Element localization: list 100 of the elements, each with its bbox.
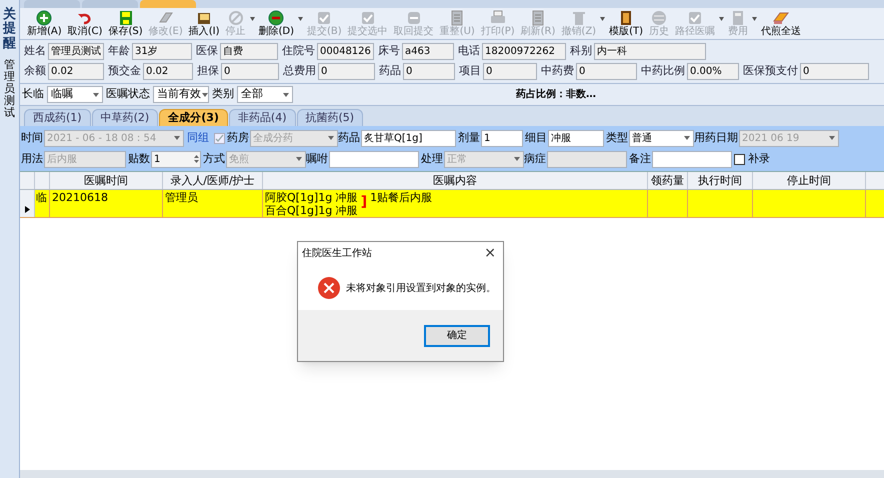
select-field[interactable]: 普通: [629, 130, 694, 146]
form-label: 药房: [227, 130, 249, 146]
text-field[interactable]: [652, 150, 732, 168]
info-field[interactable]: 18200972262: [482, 43, 566, 60]
filter-label: 医嘱状态: [106, 86, 150, 102]
info-field[interactable]: 0: [221, 63, 279, 80]
toolbar-button[interactable]: 插入(I): [186, 10, 222, 38]
checkbox[interactable]: [734, 154, 745, 164]
column-header[interactable]: 执行时间: [688, 172, 753, 189]
field-label: 年龄: [108, 43, 130, 60]
info-field[interactable]: 00048126: [317, 43, 374, 60]
drug-tab[interactable]: 中草药(2): [92, 109, 158, 126]
field-label: 科别: [570, 43, 592, 60]
plus-icon: [36, 10, 52, 26]
form-label: 细目: [525, 130, 547, 146]
info-field[interactable]: a463: [402, 43, 454, 60]
form-label: 用药日期: [694, 130, 738, 146]
field-label: 电话: [458, 43, 480, 60]
field-label: 住院号: [282, 43, 315, 60]
info-field[interactable]: 0: [318, 63, 375, 80]
dropdown-arrow-icon[interactable]: [201, 92, 209, 98]
group-bracket: ]: [360, 195, 368, 212]
info-field[interactable]: 0: [576, 63, 637, 80]
table-cell: 20210618: [50, 190, 163, 217]
info-field[interactable]: 自费: [220, 43, 278, 60]
ok-button[interactable]: 确定: [425, 326, 489, 346]
dropdown-arrow-icon[interactable]: [683, 135, 691, 141]
dialog-message: 未将对象引用设置到对象的实例。: [346, 282, 496, 296]
toolbar-button[interactable]: 新增(A): [24, 10, 65, 38]
medication-line: 百合Q[1g]1g 冲服: [265, 204, 358, 217]
filter-dropdown[interactable]: 当前有效: [153, 86, 209, 103]
field-label: 担保: [197, 63, 219, 80]
toolbar-button[interactable]: 保存(S): [105, 10, 146, 38]
form-label: 剂量: [458, 130, 480, 146]
dropdown-arrow-icon[interactable]: [298, 16, 304, 20]
toolbar-button[interactable]: 删除(D): [256, 10, 298, 38]
field-label: 中药比例: [641, 63, 685, 80]
dropdown-arrow-icon[interactable]: [92, 92, 100, 98]
toolbar-button[interactable]: 模版(T): [606, 10, 646, 38]
save-icon: [118, 10, 134, 26]
field-label: 预交金: [108, 63, 141, 80]
group-link[interactable]: 同组: [187, 130, 209, 146]
field-label: 姓名: [24, 43, 46, 60]
info-field[interactable]: 0: [403, 63, 455, 80]
form-label: 处理: [421, 150, 443, 167]
column-header[interactable]: 停止时间: [753, 172, 866, 189]
field-label: 项目: [459, 63, 481, 80]
checkbox-icon: [316, 10, 332, 26]
text-field[interactable]: 1: [481, 130, 523, 146]
info-field[interactable]: 管理员测试: [48, 43, 104, 60]
form-label: 时间: [21, 130, 43, 146]
drug-tab[interactable]: 西成药(1): [24, 109, 91, 126]
field-label: 中药费: [541, 63, 574, 80]
drug-tab[interactable]: 非药品(4): [228, 109, 296, 126]
toolbar-button[interactable]: 取消(C): [64, 10, 106, 38]
form-label: 嘱咐: [306, 150, 328, 167]
column-header[interactable]: 领药量: [648, 172, 688, 189]
info-field[interactable]: 0.02: [143, 63, 193, 80]
filter-dropdown[interactable]: 全部: [237, 86, 293, 103]
column-header[interactable]: 医嘱时间: [50, 172, 163, 189]
column-header[interactable]: 医嘱内容: [263, 172, 648, 189]
close-button[interactable]: ×: [481, 246, 499, 260]
form-label: 方式: [203, 150, 225, 167]
stop-icon: [228, 10, 244, 26]
checkmark-icon: [215, 134, 224, 142]
medication-line: 阿胶Q[1g]1g 冲服: [265, 191, 358, 204]
error-icon: [318, 277, 340, 299]
form-label: 药品: [338, 130, 360, 146]
info-field[interactable]: 0.00%: [687, 63, 739, 80]
checkbox-label: 补录: [748, 150, 770, 167]
field-label: 药品: [379, 63, 401, 80]
side-panel-title[interactable]: 关提醒: [3, 8, 16, 51]
drug-tab[interactable]: 全成分(3): [159, 109, 228, 126]
document-icon: [449, 10, 466, 26]
text-field[interactable]: [329, 150, 419, 168]
dropdown-arrow-icon[interactable]: [282, 92, 290, 98]
field-label: 余额: [24, 63, 46, 80]
drug-tab[interactable]: 抗菌药(5): [296, 109, 364, 126]
text-field[interactable]: 冲服: [548, 130, 604, 146]
info-field[interactable]: 0.02: [48, 63, 104, 80]
minus-icon: [406, 10, 422, 26]
filter-label: 长临: [22, 86, 44, 102]
info-field[interactable]: 0: [800, 63, 869, 80]
text-field[interactable]: 炙甘草Q[1g]: [361, 130, 456, 146]
column-header[interactable]: 录入人/医师/护士: [163, 172, 263, 189]
toolbar-button[interactable]: 代煎全送: [758, 10, 804, 38]
info-field[interactable]: 0: [483, 63, 537, 80]
table-cell: 临: [35, 190, 50, 217]
info-field[interactable]: 内一科: [594, 43, 706, 60]
form-label: 病症: [524, 150, 546, 167]
form-label: 用法: [21, 150, 43, 167]
spin-field[interactable]: 1: [151, 150, 201, 168]
filter-label: 类别: [212, 86, 234, 102]
minus-icon: [268, 10, 284, 26]
dialog-title: 住院医生工作站: [302, 246, 372, 260]
spinner-arrows-icon[interactable]: [193, 153, 200, 165]
filter-dropdown[interactable]: 临嘱: [47, 86, 103, 103]
info-field[interactable]: 31岁: [132, 43, 192, 60]
field-label: 总费用: [283, 63, 316, 80]
drug-ratio-text: 药占比例：非数…: [516, 88, 596, 102]
